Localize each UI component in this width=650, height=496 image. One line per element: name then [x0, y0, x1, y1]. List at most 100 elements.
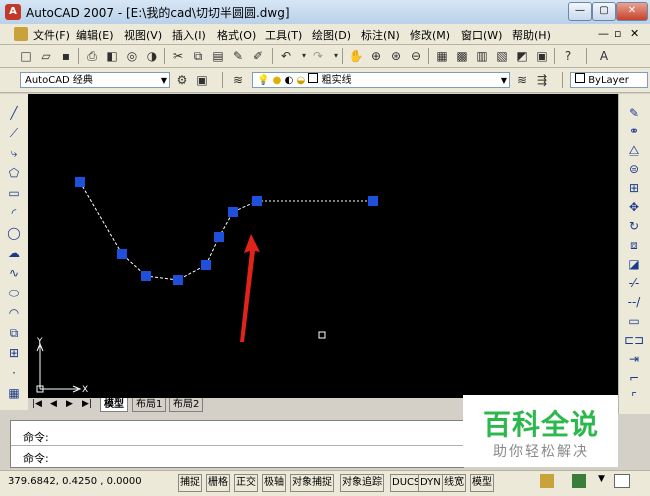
polyline-icon[interactable]: ⤷: [0, 144, 28, 162]
open-file-icon[interactable]: ▱: [38, 48, 54, 64]
join-icon[interactable]: ⇥: [623, 350, 645, 368]
ortho-toggle[interactable]: 正交: [234, 474, 258, 492]
publish-icon[interactable]: ◎: [124, 48, 140, 64]
design-center-icon[interactable]: ▩: [454, 48, 470, 64]
workspace-select[interactable]: AutoCAD 经典 ▼: [20, 72, 170, 88]
clean-screen-icon[interactable]: [614, 474, 630, 488]
grip-point[interactable]: [173, 275, 183, 285]
make-block-icon[interactable]: ⊞: [0, 344, 28, 362]
drawing-canvas[interactable]: Y X: [28, 94, 618, 398]
fillet-icon[interactable]: ⌜: [623, 388, 645, 406]
coordinate-readout[interactable]: 379.6842, 0.4250 , 0.0000: [8, 476, 142, 487]
workspace-settings-icon[interactable]: ⚙: [174, 72, 190, 88]
menu-view[interactable]: 视图(V): [124, 27, 162, 43]
grip-point[interactable]: [201, 260, 211, 270]
print-icon[interactable]: ⎙: [84, 48, 100, 64]
calculator-icon[interactable]: ▣: [534, 48, 550, 64]
first-tab-button[interactable]: |◀: [32, 399, 42, 409]
print-preview-icon[interactable]: ◧: [104, 48, 120, 64]
menu-window[interactable]: 窗口(W): [461, 27, 502, 43]
ellipse-icon[interactable]: ⬭: [0, 284, 28, 302]
zoom-previous-icon[interactable]: ⊖: [408, 48, 424, 64]
new-file-icon[interactable]: □: [18, 48, 34, 64]
copy-icon[interactable]: ⧉: [190, 48, 206, 64]
break-at-point-icon[interactable]: ▭: [623, 312, 645, 330]
doc-minimize-button[interactable]: —: [598, 27, 609, 40]
pan-icon[interactable]: ✋: [348, 48, 364, 64]
lock-toolbar-icon[interactable]: [572, 474, 586, 488]
polar-toggle[interactable]: 极轴: [262, 474, 286, 492]
line-icon[interactable]: ╱: [0, 104, 28, 122]
block-editor-icon[interactable]: ✐: [250, 48, 266, 64]
move-icon[interactable]: ✥: [623, 198, 645, 216]
menu-format[interactable]: 格式(O): [217, 27, 256, 43]
copy-object-icon[interactable]: ⚭: [623, 122, 645, 140]
layer-previous-icon[interactable]: ⇶: [534, 72, 550, 88]
undo-icon[interactable]: ↶: [278, 48, 294, 64]
grip-point[interactable]: [252, 196, 262, 206]
tool-palettes-icon[interactable]: ▥: [474, 48, 490, 64]
text-style-icon[interactable]: A: [596, 48, 612, 64]
redo-icon[interactable]: ↷: [310, 48, 326, 64]
last-tab-button[interactable]: ▶|: [82, 399, 92, 409]
circle-icon[interactable]: ◯: [0, 224, 28, 242]
scale-icon[interactable]: ⧈: [623, 236, 645, 254]
layer-select[interactable]: 💡 ● ◐ ◒ 粗实线 ▼: [252, 72, 510, 88]
command-window[interactable]: 命令: 命令:: [10, 420, 464, 468]
zoom-realtime-icon[interactable]: ⊕: [368, 48, 384, 64]
etransmit-icon[interactable]: ◑: [144, 48, 160, 64]
menu-tools[interactable]: 工具(T): [265, 27, 302, 43]
lineweight-toggle[interactable]: 线宽: [442, 474, 466, 492]
tab-layout1[interactable]: 布局1: [132, 398, 167, 412]
grip-point[interactable]: [75, 177, 85, 187]
sheet-set-icon[interactable]: ▧: [494, 48, 510, 64]
menu-draw[interactable]: 绘图(D): [312, 27, 351, 43]
menu-insert[interactable]: 插入(I): [172, 27, 206, 43]
markup-icon[interactable]: ◩: [514, 48, 530, 64]
menu-edit[interactable]: 编辑(E): [76, 27, 114, 43]
offset-icon[interactable]: ⊜: [623, 160, 645, 178]
maximize-button[interactable]: ▢: [592, 2, 616, 21]
selected-spline[interactable]: [79, 181, 258, 281]
hatch-icon[interactable]: ▦: [0, 384, 28, 402]
menu-modify[interactable]: 修改(M): [410, 27, 450, 43]
save-icon[interactable]: ▪: [58, 48, 74, 64]
prev-tab-button[interactable]: ◀: [50, 399, 57, 409]
model-paper-toggle[interactable]: 模型: [470, 474, 494, 492]
chamfer-icon[interactable]: ⌐: [623, 369, 645, 387]
array-icon[interactable]: ⊞: [623, 179, 645, 197]
next-tab-button[interactable]: ▶: [66, 399, 73, 409]
tab-model[interactable]: 模型: [100, 398, 128, 412]
snap-toggle[interactable]: 捕捉: [178, 474, 202, 492]
color-select[interactable]: ByLayer: [570, 72, 648, 88]
minimize-button[interactable]: —: [568, 2, 592, 21]
extend-icon[interactable]: --/: [623, 293, 645, 311]
make-layer-current-icon[interactable]: ≋: [514, 72, 530, 88]
ellipse-arc-icon[interactable]: ◠: [0, 304, 28, 322]
menu-file[interactable]: 文件(F): [33, 27, 70, 43]
grip-point[interactable]: [117, 249, 127, 259]
break-icon[interactable]: ⊏⊐: [623, 331, 645, 349]
menu-dimension[interactable]: 标注(N): [361, 27, 400, 43]
grid-toggle[interactable]: 栅格: [206, 474, 230, 492]
paste-icon[interactable]: ▤: [210, 48, 226, 64]
grip-point[interactable]: [228, 207, 238, 217]
doc-close-button[interactable]: ✕: [630, 27, 639, 40]
help-icon[interactable]: ?: [560, 48, 576, 64]
autocad-app-icon[interactable]: A: [5, 4, 21, 20]
stretch-icon[interactable]: ◪: [623, 255, 645, 273]
grip-point[interactable]: [214, 232, 224, 242]
polygon-icon[interactable]: ⬠: [0, 164, 28, 182]
grip-point[interactable]: [368, 196, 378, 206]
trim-icon[interactable]: -⁄-: [623, 274, 645, 292]
document-icon[interactable]: [14, 27, 28, 41]
doc-restore-button[interactable]: ▫: [614, 27, 621, 40]
command-prompt[interactable]: 命令:: [23, 450, 49, 466]
point-icon[interactable]: ·: [0, 364, 28, 382]
mirror-icon[interactable]: ⧋: [623, 141, 645, 159]
my-workspace-icon[interactable]: ▣: [194, 72, 210, 88]
insert-block-icon[interactable]: ⧉: [0, 324, 28, 342]
properties-icon[interactable]: ▦: [434, 48, 450, 64]
match-properties-icon[interactable]: ✎: [230, 48, 246, 64]
menu-help[interactable]: 帮助(H): [512, 27, 551, 43]
